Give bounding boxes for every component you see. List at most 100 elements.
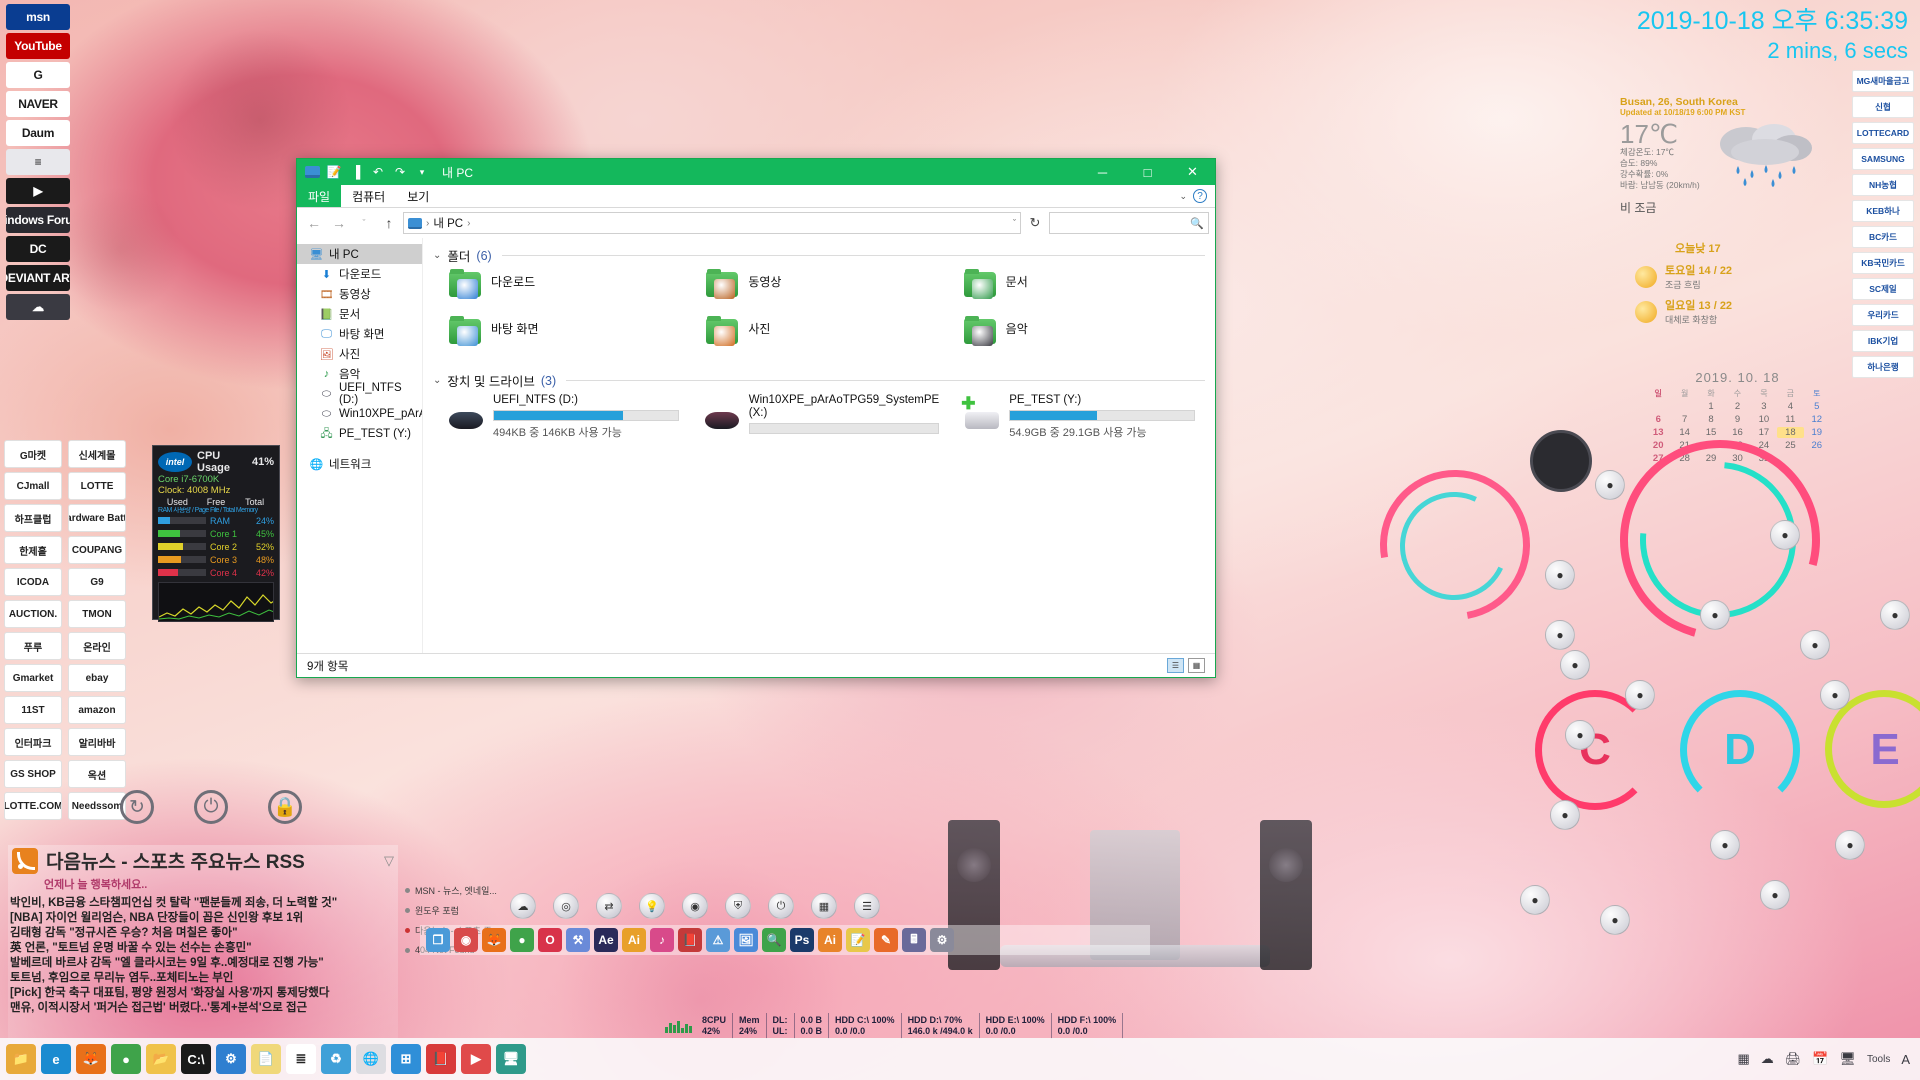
card-logo-3[interactable]: SAMSUNG bbox=[1852, 148, 1914, 170]
drive-tile-0[interactable]: UEFI_NTFS (D:) 494KB 중 146KB 사용 가능 bbox=[433, 394, 689, 452]
desktop-round-icon-6[interactable]: ● bbox=[1700, 600, 1730, 630]
folder-tile-5[interactable]: 음악 bbox=[948, 316, 1205, 363]
chevron-down-icon[interactable]: ▽ bbox=[384, 853, 394, 869]
sidebar-item-0[interactable]: 🖥 내 PC bbox=[297, 244, 422, 264]
large-icons-view-icon[interactable]: ▦ bbox=[1188, 658, 1205, 673]
drives-group-header[interactable]: ⌄ 장치 및 드라이브 (3) bbox=[433, 371, 1205, 390]
calendar-day-5[interactable]: 5 bbox=[1804, 401, 1830, 412]
rss-item-5[interactable]: 토트넘, 후임으로 무리뉴 염두..포체티노는 부인 bbox=[10, 971, 396, 986]
calendar-day-16[interactable]: 16 bbox=[1724, 427, 1750, 438]
calendar-day-14[interactable]: 14 bbox=[1671, 427, 1697, 438]
rss-item-2[interactable]: 김태형 감독 "정규시즌 우승? 처음 며칠은 좋아" bbox=[10, 926, 396, 941]
bookmark-22[interactable]: LOTTE.COM bbox=[4, 792, 62, 820]
calendar-day-20[interactable]: 20 bbox=[1645, 440, 1671, 451]
folders-group-header[interactable]: ⌄ 폴더 (6) bbox=[433, 246, 1205, 265]
calendar-day-10[interactable]: 10 bbox=[1751, 414, 1777, 425]
desktop-shortcut-2[interactable]: G bbox=[6, 62, 70, 88]
calendar-day-4[interactable]: 4 bbox=[1777, 401, 1803, 412]
calendar-day-15[interactable]: 15 bbox=[1698, 427, 1724, 438]
desktop-shortcut-3[interactable]: NAVER bbox=[6, 91, 70, 117]
disc-icon[interactable]: ◉ bbox=[682, 893, 708, 919]
chevron-down-icon[interactable]: ⌄ bbox=[433, 250, 441, 261]
cloud2-icon[interactable]: ☁ bbox=[510, 893, 536, 919]
photo-icon[interactable]: 🖼 bbox=[734, 928, 758, 952]
calendar-day-13[interactable]: 13 bbox=[1645, 427, 1671, 438]
grid2-icon[interactable]: ▦ bbox=[811, 893, 837, 919]
bookmark-7[interactable]: COUPANG bbox=[68, 536, 126, 564]
bookmark-4[interactable]: 하프클럽 bbox=[4, 504, 62, 532]
file-explorer-window[interactable]: 📝 ▐ ↶ ↷ ▾ 내 PC ─ □ ✕ 파일 컴퓨터 보기 ⌄ ? ← → ˇ ↑… bbox=[296, 158, 1216, 678]
calendar-day-2[interactable]: 2 bbox=[1724, 401, 1750, 412]
customize-toolbar-icon[interactable]: ▾ bbox=[414, 165, 430, 179]
forward-button[interactable]: → bbox=[328, 212, 350, 234]
drive-tile-2[interactable]: ✚ PE_TEST (Y:) 54.9GB 중 29.1GB 사용 가능 bbox=[949, 394, 1205, 452]
bookmark-0[interactable]: G마켓 bbox=[4, 440, 62, 468]
desktop-round-icon-3[interactable]: ● bbox=[1550, 800, 1580, 830]
calendar-day-1[interactable]: 1 bbox=[1698, 401, 1724, 412]
media-task[interactable]: ▶ bbox=[461, 1044, 491, 1074]
card-logo-6[interactable]: BC카드 bbox=[1852, 226, 1914, 248]
details-view-icon[interactable]: ☰ bbox=[1167, 658, 1184, 673]
breadcrumb-root[interactable]: 내 PC bbox=[433, 215, 463, 231]
desktop-round-icon-0[interactable]: ● bbox=[1545, 560, 1575, 590]
sidebar-item-3[interactable]: 📗 문서 bbox=[297, 304, 422, 324]
bookmark-2[interactable]: CJmall bbox=[4, 472, 62, 500]
firefox-icon[interactable]: 🦊 bbox=[482, 928, 506, 952]
content-pane[interactable]: ⌄ 폴더 (6) 다운로드 동영상 문서 바탕 화면 사진 음악 ⌄ 장치 및 드라이브 … bbox=[423, 238, 1215, 653]
windows-taskbar[interactable]: 📁 e 🦊 ● 📂 C:\ ⚙ 📄 ≣ ♻ 🌐 ⊞ 📕 ▶ 🖥 ▦ ☁ 🖨 📅 🖥 Tools A bbox=[0, 1038, 1920, 1080]
calendar-day-8[interactable]: 8 bbox=[1698, 414, 1724, 425]
ribbon-tab-0[interactable]: 파일 bbox=[297, 185, 342, 207]
up-button[interactable]: ↑ bbox=[378, 212, 400, 234]
recent-locations-button[interactable]: ˇ bbox=[353, 212, 375, 234]
minimize-button[interactable]: ─ bbox=[1080, 159, 1125, 185]
chevron-down-icon[interactable]: ⌄ bbox=[433, 375, 441, 386]
rss-item-1[interactable]: [NBA] 자이언 윌리엄슨, NBA 단장들이 꼽은 신인왕 후보 1위 bbox=[10, 911, 396, 926]
shield-icon[interactable]: ⛨ bbox=[725, 893, 751, 919]
bookmark-20[interactable]: GS SHOP bbox=[4, 760, 62, 788]
card-logo-10[interactable]: IBK기업 bbox=[1852, 330, 1914, 352]
calendar-day-3[interactable]: 3 bbox=[1751, 401, 1777, 412]
card-logo-1[interactable]: 신협 bbox=[1852, 96, 1914, 118]
redo-icon[interactable]: ↷ bbox=[392, 165, 408, 179]
card-logo-2[interactable]: LOTTECARD bbox=[1852, 122, 1914, 144]
rss-news-panel[interactable]: 다음뉴스 - 스포츠 주요뉴스 RSS ▽ 언제나 늘 행복하세요.. 박인비,… bbox=[8, 845, 398, 1045]
warning-icon[interactable]: ⚠ bbox=[706, 928, 730, 952]
bookmark-9[interactable]: G9 bbox=[68, 568, 126, 596]
monitor-icon[interactable]: 🖥 bbox=[1839, 1051, 1856, 1067]
desktop-shortcut-10[interactable]: ☁ bbox=[6, 294, 70, 320]
file-explorer-task[interactable]: 📁 bbox=[6, 1044, 36, 1074]
calendar-day-17[interactable]: 17 bbox=[1751, 427, 1777, 438]
address-bar[interactable]: › 내 PC › ˇ bbox=[403, 212, 1021, 234]
chrome-icon[interactable]: ● bbox=[510, 928, 534, 952]
calendar-day-11[interactable]: 11 bbox=[1777, 414, 1803, 425]
calendar-icon[interactable]: 📅 bbox=[1812, 1051, 1828, 1067]
bookmark-15[interactable]: ebay bbox=[68, 664, 126, 692]
calendar-day-19[interactable]: 19 bbox=[1804, 427, 1830, 438]
window-title-bar[interactable]: 📝 ▐ ↶ ↷ ▾ 내 PC ─ □ ✕ bbox=[297, 159, 1215, 185]
undo-icon[interactable]: ↶ bbox=[370, 165, 386, 179]
bookmark-3[interactable]: LOTTE bbox=[68, 472, 126, 500]
search-icon[interactable]: 🔍 bbox=[1190, 217, 1204, 230]
desktop-shortcut-9[interactable]: DEVIANT ART bbox=[6, 265, 70, 291]
desktop-round-icon-12[interactable]: ● bbox=[1760, 880, 1790, 910]
tools-icon[interactable]: ⚒ bbox=[566, 928, 590, 952]
bookmark-12[interactable]: 푸루 bbox=[4, 632, 62, 660]
desktop-shortcut-8[interactable]: DC bbox=[6, 236, 70, 262]
bookmark-16[interactable]: 11ST bbox=[4, 696, 62, 724]
store-task[interactable]: ⊞ bbox=[391, 1044, 421, 1074]
firefox-task[interactable]: 🦊 bbox=[76, 1044, 106, 1074]
pdf-icon[interactable]: 📕 bbox=[678, 928, 702, 952]
calendar-day-26[interactable]: 26 bbox=[1804, 440, 1830, 451]
settings-task[interactable]: ⚙ bbox=[216, 1044, 246, 1074]
calendar-day-7[interactable]: 7 bbox=[1671, 414, 1697, 425]
help-icon[interactable]: ? bbox=[1193, 189, 1207, 203]
desktop-round-icon-9[interactable]: ● bbox=[1820, 680, 1850, 710]
folder-task[interactable]: 📂 bbox=[146, 1044, 176, 1074]
card-logo-5[interactable]: KEB하나 bbox=[1852, 200, 1914, 222]
pencil-icon[interactable]: ✎ bbox=[874, 928, 898, 952]
lock-button[interactable]: 🔒 bbox=[268, 790, 302, 824]
close-button[interactable]: ✕ bbox=[1170, 159, 1215, 185]
chrome-task[interactable]: ● bbox=[111, 1044, 141, 1074]
bookmark-1[interactable]: 신세계몰 bbox=[68, 440, 126, 468]
card-logo-8[interactable]: SC제일 bbox=[1852, 278, 1914, 300]
